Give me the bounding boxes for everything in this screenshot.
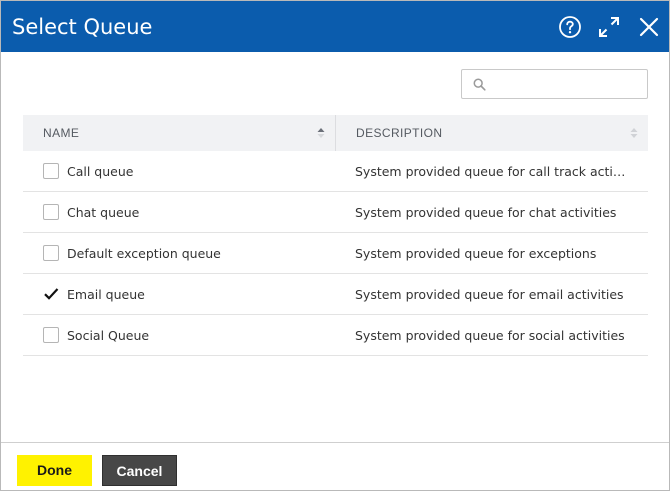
row-checkbox[interactable] xyxy=(43,245,59,261)
checkmark-icon xyxy=(43,286,59,302)
table-header: NAME DESCRIPTION xyxy=(23,115,648,151)
queue-name: Social Queue xyxy=(67,328,150,343)
row-checkbox[interactable] xyxy=(43,163,59,179)
search-input[interactable] xyxy=(492,74,642,94)
table-row[interactable]: Default exception queue System provided … xyxy=(23,233,648,274)
column-header-label: NAME xyxy=(43,126,80,140)
queue-name: Default exception queue xyxy=(67,246,221,261)
queue-name: Call queue xyxy=(67,164,134,179)
search-icon xyxy=(473,78,486,91)
cancel-button[interactable]: Cancel xyxy=(102,455,177,486)
row-checkbox[interactable] xyxy=(43,204,59,220)
table-row[interactable]: Social Queue System provided queue for s… xyxy=(23,315,648,356)
row-checkbox[interactable] xyxy=(43,327,59,343)
sort-ascending-icon xyxy=(317,128,325,138)
queue-description: System provided queue for exceptions xyxy=(355,246,597,261)
queue-name: Email queue xyxy=(67,287,145,302)
table-row[interactable]: Call queue System provided queue for cal… xyxy=(23,151,648,192)
dialog-header: Select Queue xyxy=(1,1,669,52)
close-icon[interactable] xyxy=(637,15,661,39)
column-header-name[interactable]: NAME xyxy=(23,115,335,151)
queue-description: System provided queue for social activit… xyxy=(355,328,625,343)
column-header-label: DESCRIPTION xyxy=(356,126,443,140)
dialog-title: Select Queue xyxy=(12,15,153,39)
queue-description: System provided queue for chat activitie… xyxy=(355,205,617,220)
sort-icon xyxy=(630,128,638,138)
row-checkbox-checked[interactable] xyxy=(43,286,59,302)
queue-description: System provided queue for email activiti… xyxy=(355,287,624,302)
select-queue-dialog: Select Queue NAME DESCRIPTION Call queue… xyxy=(0,0,670,491)
queue-table: NAME DESCRIPTION Call queue System provi… xyxy=(23,115,648,356)
table-row[interactable]: Chat queue System provided queue for cha… xyxy=(23,192,648,233)
dialog-footer: Done Cancel xyxy=(1,442,669,490)
queue-name: Chat queue xyxy=(67,205,140,220)
expand-icon[interactable] xyxy=(597,15,621,39)
search-box[interactable] xyxy=(461,69,648,99)
column-header-description[interactable]: DESCRIPTION xyxy=(335,115,648,151)
table-row[interactable]: Email queue System provided queue for em… xyxy=(23,274,648,315)
queue-description: System provided queue for call track act… xyxy=(355,164,630,179)
help-icon[interactable] xyxy=(558,15,582,39)
done-button[interactable]: Done xyxy=(17,455,92,486)
